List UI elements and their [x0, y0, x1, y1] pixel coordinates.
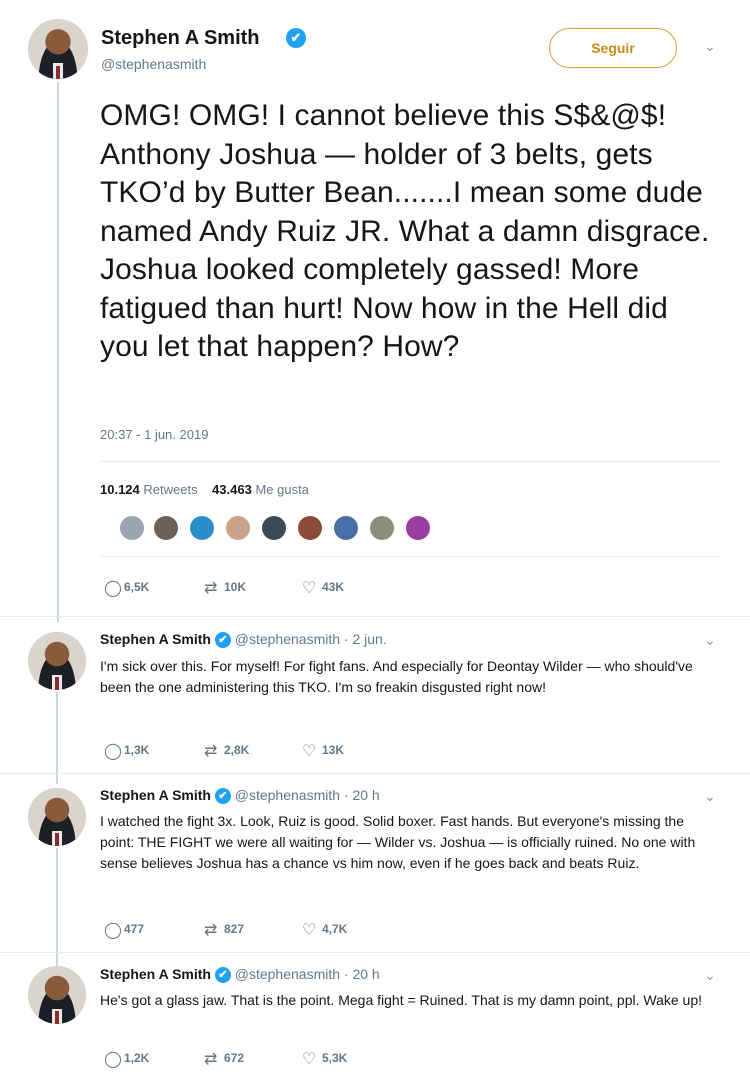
retweet-button[interactable]: ⇄ 2,8K	[204, 741, 249, 761]
verified-icon: ✔	[214, 788, 231, 805]
avatar[interactable]	[28, 788, 86, 846]
reply-time[interactable]: · 20 h	[344, 966, 380, 982]
avatar[interactable]	[28, 632, 86, 690]
reply-text: He's got a glass jaw. That is the point.…	[100, 992, 703, 1008]
reply-button[interactable]: ◯ 1,3K	[104, 741, 149, 761]
liker-avatar[interactable]	[404, 514, 432, 542]
retweet-icon: ⇄	[204, 922, 218, 939]
reply-count: 6,5K	[124, 580, 150, 595]
author-handle[interactable]: @stephenasmith	[235, 631, 340, 647]
verified-icon: ✔	[286, 28, 306, 48]
reply-icon: ◯	[104, 922, 122, 939]
like-action-count: 4,7K	[322, 922, 348, 937]
liker-avatar[interactable]	[224, 514, 252, 542]
retweet-icon: ⇄	[204, 1051, 218, 1068]
divider	[0, 773, 750, 774]
author-handle[interactable]: @stephenasmith	[235, 787, 340, 803]
like-button[interactable]: ♡ 43K	[302, 578, 344, 598]
author-name[interactable]: Stephen A Smith	[101, 27, 260, 50]
retweet-action-count: 10K	[224, 580, 247, 595]
retweet-label[interactable]: Retweets	[143, 482, 197, 497]
like-icon: ♡	[302, 922, 317, 939]
reply-text: I watched the fight 3x. Look, Ruiz is go…	[100, 813, 696, 871]
like-button[interactable]: ♡ 4,7K	[302, 920, 347, 940]
liker-avatar[interactable]	[332, 514, 360, 542]
author-name[interactable]: Stephen A Smith	[100, 787, 211, 803]
reply-icon: ◯	[104, 743, 122, 760]
retweet-button[interactable]: ⇄ 827	[204, 920, 244, 940]
author-handle[interactable]: @stephenasmith	[101, 56, 206, 72]
like-icon: ♡	[302, 580, 317, 597]
reply-time[interactable]: · 20 h	[344, 787, 380, 803]
tweet-text: OMG! OMG! I cannot believe this S$&@$! A…	[100, 99, 710, 363]
like-button[interactable]: ♡ 5,3K	[302, 1049, 347, 1069]
reply-count: 477	[124, 922, 145, 937]
reply-icon: ◯	[104, 1051, 122, 1068]
liker-avatar[interactable]	[188, 514, 216, 542]
reply-button[interactable]: ◯ 6,5K	[104, 578, 149, 598]
avatar[interactable]	[28, 19, 88, 79]
retweet-action-count: 827	[224, 922, 245, 937]
retweet-button[interactable]: ⇄ 672	[204, 1049, 244, 1069]
divider	[100, 556, 720, 557]
liker-avatar[interactable]	[152, 514, 180, 542]
reply-count: 1,3K	[124, 743, 150, 758]
reply-button[interactable]: ◯ 477	[104, 920, 144, 940]
like-count[interactable]: 43.463	[212, 482, 252, 497]
author-name[interactable]: Stephen A Smith	[100, 631, 211, 647]
reply-header: Stephen A Smith ✔ @stephenasmith · 2 jun…	[100, 631, 387, 649]
like-action-count: 43K	[322, 580, 345, 595]
like-button[interactable]: ♡ 13K	[302, 741, 344, 761]
reply-header: Stephen A Smith ✔ @stephenasmith · 20 h	[100, 787, 380, 805]
tweet-stats: 10.124 Retweets 43.463 Me gusta	[100, 482, 309, 497]
reply-header: Stephen A Smith ✔ @stephenasmith · 20 h	[100, 966, 380, 984]
follow-button[interactable]: Seguir	[549, 28, 677, 68]
like-label[interactable]: Me gusta	[255, 482, 308, 497]
liker-avatar[interactable]	[118, 514, 146, 542]
liker-avatar[interactable]	[368, 514, 396, 542]
reply-text: I'm sick over this. For myself! For figh…	[100, 658, 693, 695]
retweet-count[interactable]: 10.124	[100, 482, 140, 497]
reply-icon: ◯	[104, 580, 122, 597]
like-icon: ♡	[302, 743, 317, 760]
liker-avatar[interactable]	[260, 514, 288, 542]
liker-avatar[interactable]	[296, 514, 324, 542]
divider	[0, 616, 750, 617]
retweet-action-count: 672	[224, 1051, 245, 1066]
avatar[interactable]	[28, 966, 86, 1024]
retweet-action-count: 2,8K	[224, 743, 250, 758]
verified-icon: ✔	[214, 632, 231, 649]
chevron-down-icon[interactable]: ⌄	[702, 967, 718, 983]
like-icon: ♡	[302, 1051, 317, 1068]
retweet-icon: ⇄	[204, 743, 218, 760]
author-name[interactable]: Stephen A Smith	[100, 966, 211, 982]
retweet-button[interactable]: ⇄ 10K	[204, 578, 246, 598]
reply-count: 1,2K	[124, 1051, 150, 1066]
verified-icon: ✔	[214, 967, 231, 984]
thread-line	[56, 692, 58, 784]
reply-button[interactable]: ◯ 1,2K	[104, 1049, 149, 1069]
chevron-down-icon[interactable]: ⌄	[702, 788, 718, 804]
reply-time[interactable]: · 2 jun.	[344, 631, 387, 647]
tweet-timestamp[interactable]: 20:37 - 1 jun. 2019	[100, 427, 208, 442]
thread-line	[57, 82, 59, 622]
retweet-icon: ⇄	[204, 580, 218, 597]
chevron-down-icon[interactable]: ⌄	[702, 38, 718, 54]
thread-line	[56, 848, 58, 968]
like-action-count: 13K	[322, 743, 345, 758]
author-handle[interactable]: @stephenasmith	[235, 966, 340, 982]
divider	[100, 461, 720, 462]
divider	[0, 952, 750, 953]
chevron-down-icon[interactable]: ⌄	[702, 632, 718, 648]
like-action-count: 5,3K	[322, 1051, 348, 1066]
